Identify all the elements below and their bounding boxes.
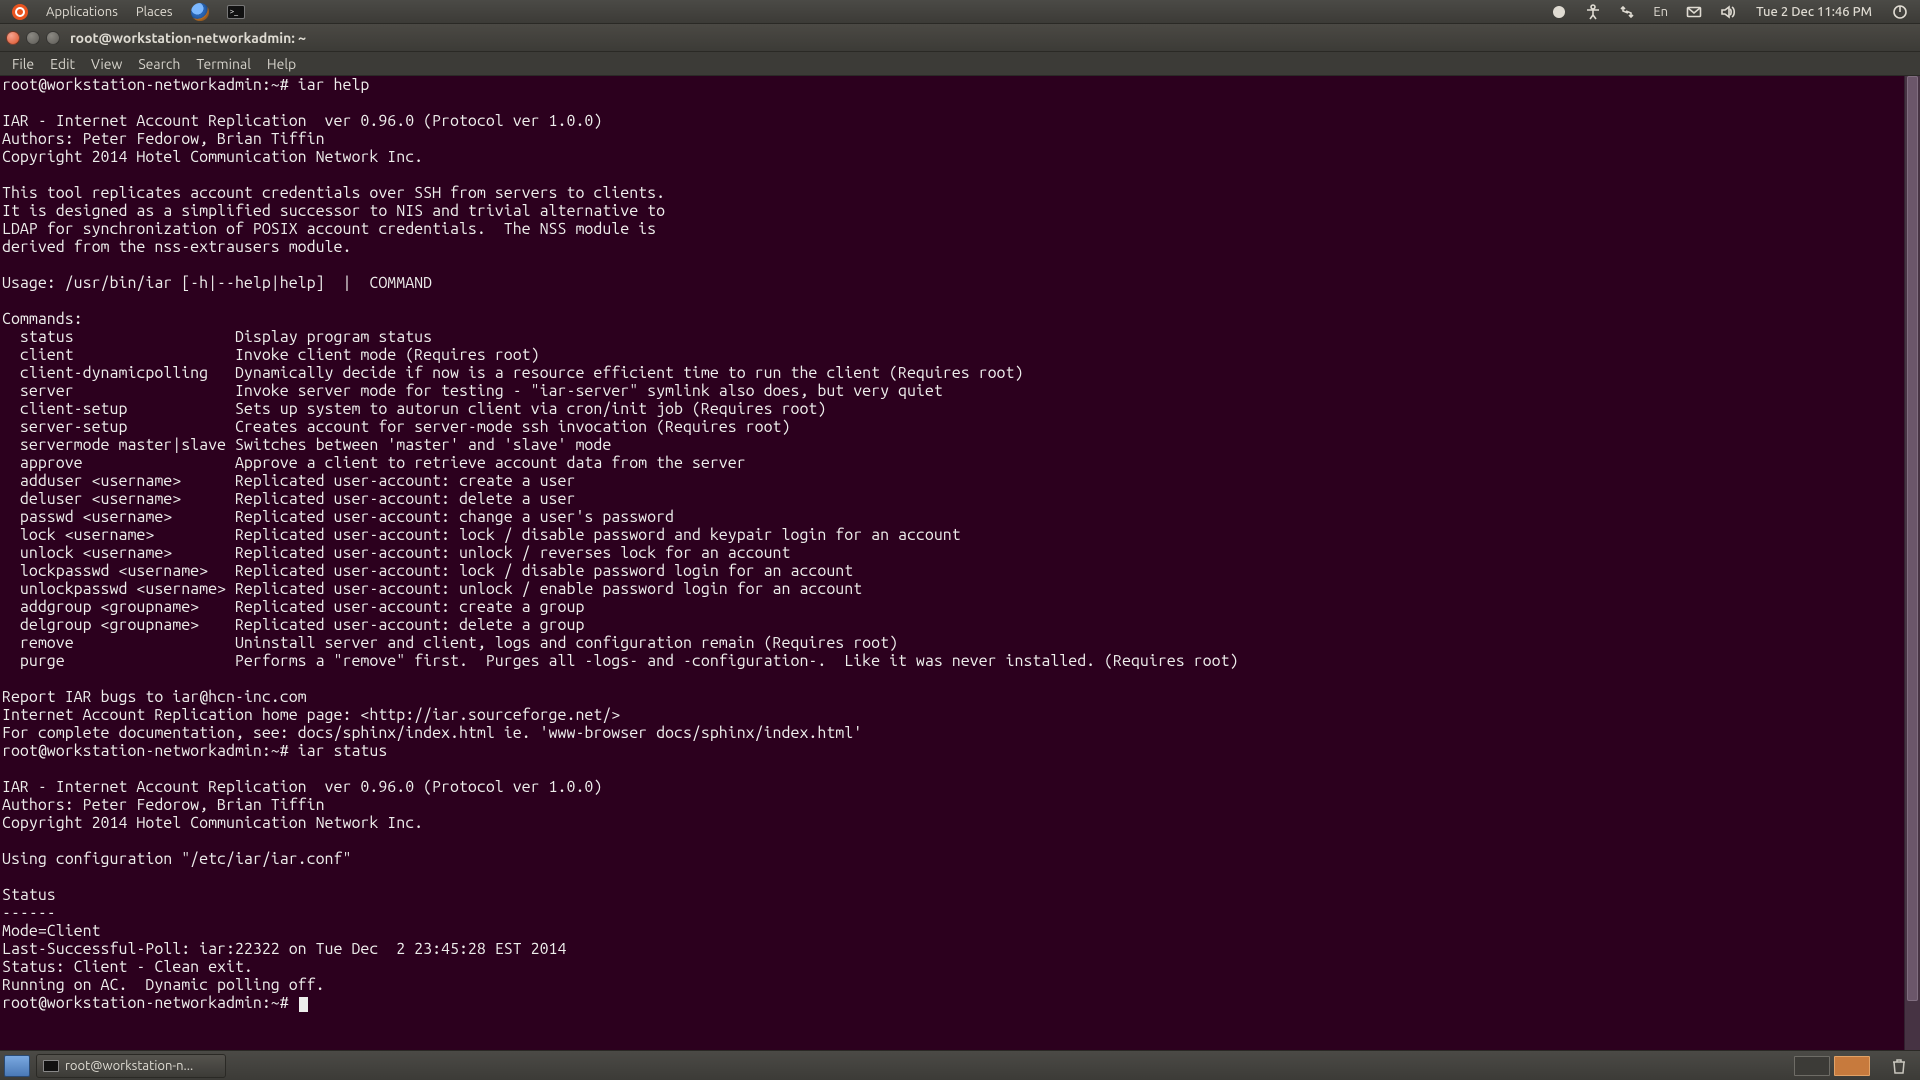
a11y-icon (1585, 4, 1601, 20)
clock-label: Tue 2 Dec 11:46 PM (1756, 5, 1872, 19)
workspace-1[interactable] (1794, 1056, 1830, 1076)
mail-icon (1686, 4, 1702, 20)
applications-menu[interactable]: Applications (38, 1, 126, 23)
show-desktop-button[interactable] (4, 1055, 30, 1077)
mail-indicator[interactable] (1678, 1, 1710, 23)
window-close-button[interactable] (6, 31, 20, 45)
workspace-2[interactable] (1834, 1056, 1870, 1076)
terminal-text: root@workstation-networkadmin:~# iar hel… (2, 76, 1238, 1012)
workspace-switcher (1794, 1056, 1870, 1076)
menu-file[interactable]: File (4, 54, 42, 74)
trash-icon (1890, 1057, 1908, 1075)
ubuntu-logo-icon (12, 4, 28, 20)
window-maximize-button[interactable] (46, 31, 60, 45)
terminal-scrollbar[interactable] (1904, 76, 1920, 1050)
shutdown-menu[interactable] (1884, 1, 1916, 23)
places-menu-label: Places (136, 5, 173, 19)
menu-terminal-label: Terminal (196, 56, 251, 72)
terminal-menubar: File Edit View Search Terminal Help (0, 52, 1920, 76)
places-menu[interactable]: Places (128, 1, 181, 23)
volume-indicator[interactable] (1712, 1, 1744, 23)
taskbar-item-label: root@workstation-n... (65, 1059, 193, 1073)
window-titlebar[interactable]: root@workstation-networkadmin: ~ (0, 24, 1920, 52)
terminal[interactable]: root@workstation-networkadmin:~# iar hel… (0, 76, 1904, 1050)
trash-button[interactable] (1882, 1055, 1916, 1077)
network-icon (1619, 4, 1635, 20)
terminal-launcher[interactable]: >_ (219, 1, 253, 23)
clock-indicator[interactable]: Tue 2 Dec 11:46 PM (1746, 1, 1882, 23)
firefox-launcher[interactable] (183, 1, 217, 23)
window-minimize-button[interactable] (26, 31, 40, 45)
terminal-cursor (299, 997, 308, 1012)
power-icon (1892, 4, 1908, 20)
terminal-frame: root@workstation-networkadmin:~# iar hel… (0, 76, 1920, 1050)
main-menu-button[interactable] (4, 1, 36, 23)
a11y-indicator[interactable] (1577, 1, 1609, 23)
menu-file-label: File (12, 56, 34, 72)
volume-icon (1720, 4, 1736, 20)
gnome-top-panel: Applications Places >_ En Tue 2 Dec 11:4… (0, 0, 1920, 24)
network-indicator[interactable] (1611, 1, 1643, 23)
keyboard-indicator[interactable]: En (1645, 1, 1676, 23)
menu-view[interactable]: View (83, 54, 130, 74)
menu-search[interactable]: Search (130, 54, 188, 74)
window-title: root@workstation-networkadmin: ~ (70, 30, 306, 46)
menu-help-label: Help (267, 56, 296, 72)
terminal-output: root@workstation-networkadmin:~# iar hel… (2, 76, 1902, 1012)
gnome-bottom-panel: root@workstation-n... (0, 1050, 1920, 1080)
menu-search-label: Search (138, 56, 180, 72)
terminal-icon: >_ (227, 5, 245, 19)
keyboard-lang-label: En (1653, 5, 1668, 19)
menu-terminal[interactable]: Terminal (188, 54, 259, 74)
firefox-icon (191, 3, 209, 21)
menu-view-label: View (91, 56, 122, 72)
menu-help[interactable]: Help (259, 54, 304, 74)
applications-menu-label: Applications (46, 5, 118, 19)
menu-edit-label: Edit (50, 56, 75, 72)
taskbar-item-terminal[interactable]: root@workstation-n... (36, 1054, 226, 1078)
terminal-icon (43, 1060, 59, 1072)
update-icon (1551, 4, 1567, 20)
menu-edit[interactable]: Edit (42, 54, 83, 74)
update-indicator[interactable] (1543, 1, 1575, 23)
scrollbar-thumb[interactable] (1907, 76, 1918, 1001)
